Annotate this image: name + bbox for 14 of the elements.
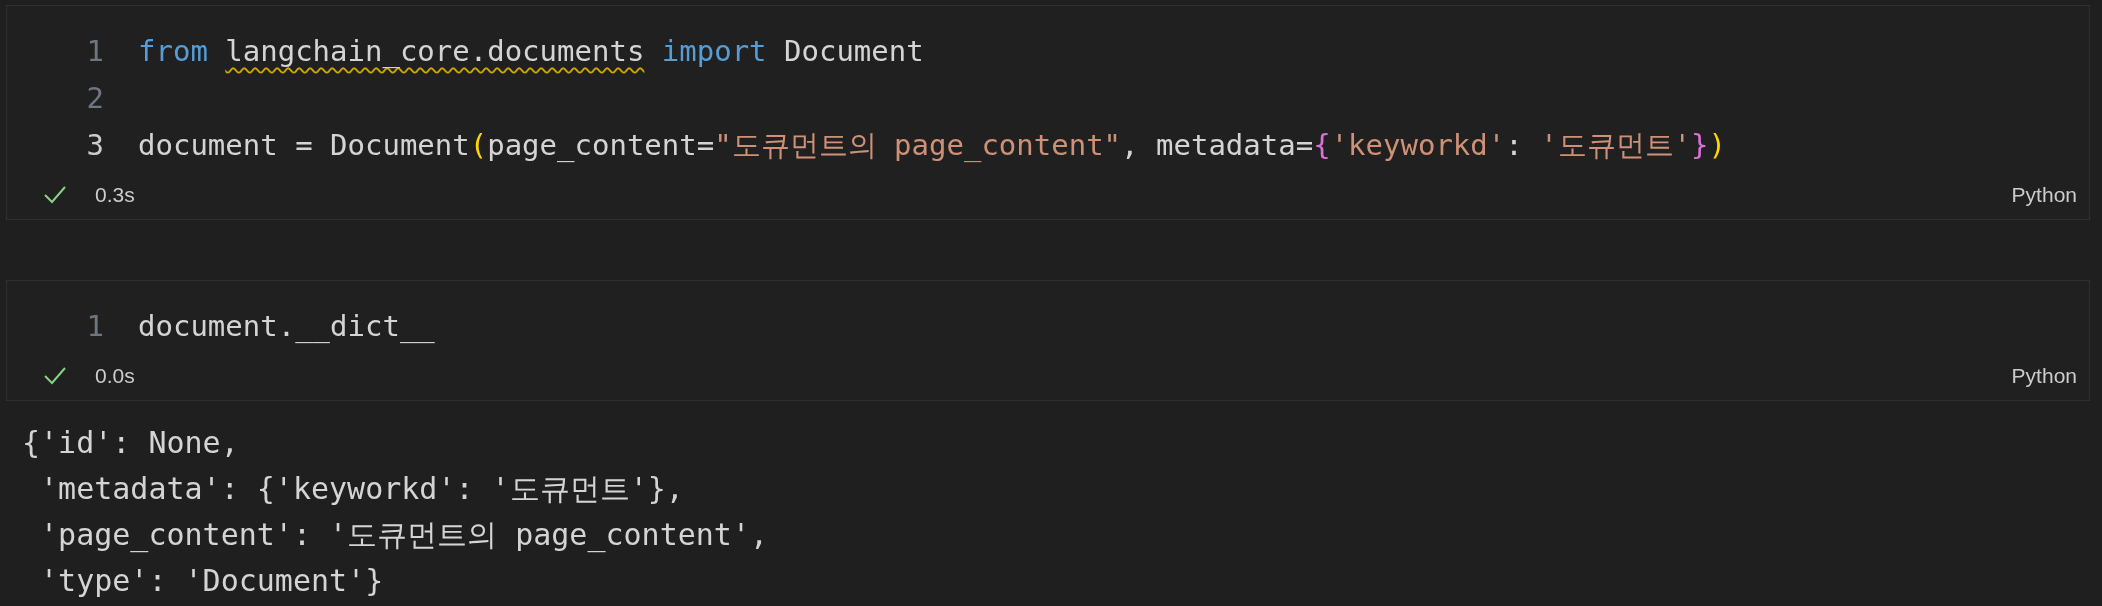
- line-number: 3: [85, 126, 105, 164]
- code-line: document.__dict__: [138, 307, 435, 346]
- execution-time: 0.3s: [95, 182, 135, 209]
- line-number: 2: [85, 79, 105, 117]
- code-line: document = Document(page_content="도큐먼트의 page_content", metadata={'keyworkd': '도큐먼트'}): [138, 126, 1726, 164]
- line-number: 1: [85, 32, 105, 70]
- code-cell[interactable]: 1 from langchain_core.documents import Document 2 3 document = Document(page_content="도큐먼트의 page_content", metadata={'keyworkd': '도큐먼트'}) 0.3s Python: [6, 5, 2090, 220]
- code-cell[interactable]: 1 document.__dict__ 0.0s Python: [6, 280, 2090, 401]
- language-label[interactable]: Python: [2011, 179, 2077, 211]
- line-number: 1: [85, 307, 105, 345]
- code-line: from langchain_core.documents import Document: [138, 32, 924, 70]
- language-label[interactable]: Python: [2011, 360, 2077, 392]
- output-text: {'id': None, 'metadata': {'keyworkd': '도큐먼트'}, 'page_content': '도큐먼트의 page_content', 'type': 'Document'}: [22, 424, 770, 600]
- execution-time: 0.0s: [95, 363, 135, 390]
